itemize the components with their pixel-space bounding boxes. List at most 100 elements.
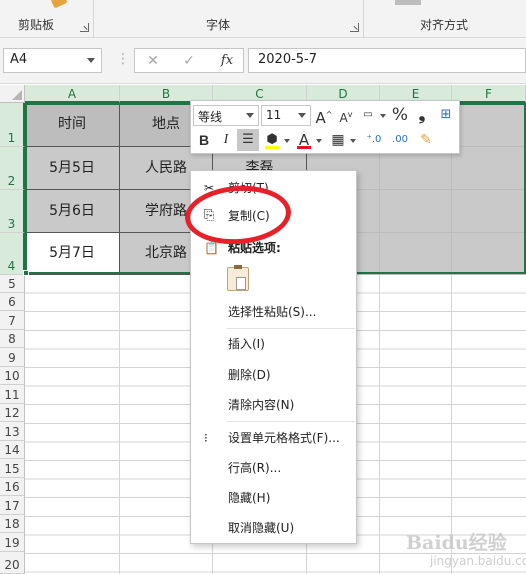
menu-item-format-cells[interactable]: ⁝ 设置单元格格式(F)... [191, 427, 356, 449]
row-number: 13 [4, 425, 20, 439]
menu-item-cut[interactable]: ✂ 剪切(T) [191, 177, 356, 199]
scissors-icon: ✂ [204, 181, 215, 195]
format-painter-icon[interactable] [50, 0, 68, 9]
row-header-10[interactable]: 10 [0, 367, 25, 385]
row-header-12[interactable]: 12 [0, 404, 25, 422]
row-header-8[interactable]: 8 [0, 330, 25, 348]
menu-separator [227, 328, 355, 329]
row-number: 17 [4, 499, 20, 513]
format-painter-icon[interactable]: ✎ [415, 129, 437, 151]
more-icon[interactable]: ⋮ [116, 52, 130, 66]
cell-f1[interactable] [452, 103, 526, 147]
percent-icon[interactable]: % [389, 104, 411, 126]
row-header-13[interactable]: 13 [0, 422, 25, 441]
increase-font-icon[interactable]: A^ [313, 104, 335, 127]
cell-e4[interactable] [380, 233, 452, 275]
number-format-icon[interactable]: ▭ [357, 104, 379, 126]
increase-decimal-icon[interactable]: ⁺.0 [363, 129, 385, 151]
font-size-value: 11 [266, 108, 282, 122]
chevron-down-icon[interactable] [316, 139, 322, 143]
ribbon-group-font: 字体 [94, 0, 364, 38]
formula-buttons: ✕ ✓ fx [134, 48, 244, 73]
borders-icon[interactable]: ▦ [327, 129, 349, 151]
formula-input[interactable]: 2020-5-7 [248, 48, 526, 73]
italic-icon[interactable]: I [215, 129, 237, 151]
enter-icon[interactable]: ✓ [179, 53, 199, 69]
menu-item-clear-contents[interactable]: 清除内容(N) [191, 394, 356, 416]
menu-item-delete[interactable]: 删除(D) [191, 364, 356, 386]
ribbon-group-label: 剪贴板 [18, 18, 55, 32]
paste-options-header: 📋 粘贴选项: [191, 237, 356, 259]
menu-item-label: 隐藏(H) [228, 491, 271, 505]
decrease-decimal-icon[interactable]: .00 [389, 129, 411, 151]
comma-style-icon[interactable]: ❟ [411, 104, 433, 126]
row-header-17[interactable]: 17 [0, 496, 25, 515]
menu-item-row-height[interactable]: 行高(R)... [191, 457, 356, 479]
font-name-select[interactable]: 等线 [193, 105, 259, 126]
cell-f4[interactable] [452, 233, 526, 275]
row-number: 7 [8, 314, 16, 328]
font-size-select[interactable]: 11 [261, 105, 311, 126]
fill-color-icon[interactable]: ⬢ [261, 129, 283, 151]
insert-function-icon[interactable]: fx [217, 53, 237, 69]
row-header-15[interactable]: 15 [0, 459, 25, 478]
row-number: 5 [8, 277, 16, 291]
row-header-14[interactable]: 14 [0, 441, 25, 459]
row-header-9[interactable]: 9 [0, 348, 25, 367]
fill-handle[interactable] [23, 270, 29, 276]
menu-item-label: 删除(D) [228, 368, 271, 382]
ribbon-group-label: 字体 [206, 18, 231, 32]
cell-a2[interactable]: 5月5日 [25, 147, 120, 190]
row-header-1[interactable]: 1 [0, 103, 25, 147]
align-center-icon[interactable]: ☰ [237, 129, 259, 151]
font-color-icon[interactable]: A [293, 129, 315, 151]
cell-a4[interactable]: 5月7日 [25, 233, 120, 275]
menu-item-copy[interactable]: ⎘ 复制(C) [191, 205, 356, 227]
menu-item-label: 选择性粘贴(S)... [228, 305, 317, 319]
paste-options-label: 粘贴选项: [228, 241, 281, 255]
decrease-font-icon[interactable]: Av [335, 104, 357, 126]
menu-item-insert[interactable]: 插入(I) [191, 333, 356, 355]
name-box[interactable]: A4 [3, 48, 102, 73]
cancel-icon[interactable]: ✕ [143, 53, 163, 69]
column-header-f[interactable]: F [452, 85, 526, 103]
name-box-value: A4 [10, 52, 28, 67]
cell-e3[interactable] [380, 190, 452, 233]
menu-item-hide[interactable]: 隐藏(H) [191, 487, 356, 509]
chevron-down-icon[interactable] [87, 58, 95, 63]
chevron-down-icon[interactable] [298, 113, 306, 118]
cell-a1[interactable]: 时间 [25, 103, 120, 147]
menu-item-label: 复制(C) [228, 209, 270, 223]
paste-clipboard-icon[interactable] [227, 265, 249, 291]
cell-f2[interactable] [452, 147, 526, 190]
row-header-19[interactable]: 19 [0, 533, 25, 552]
row-header-4[interactable]: 4 [0, 233, 25, 275]
row-header-18[interactable]: 18 [0, 515, 25, 533]
select-all-button[interactable] [0, 85, 25, 103]
chevron-down-icon[interactable] [380, 114, 386, 118]
chevron-down-icon[interactable] [350, 139, 356, 143]
cell-a3[interactable]: 5月6日 [25, 190, 120, 233]
row-header-6[interactable]: 6 [0, 293, 25, 311]
row-header-7[interactable]: 7 [0, 311, 25, 330]
row-header-11[interactable]: 11 [0, 385, 25, 404]
menu-item-label: 行高(R)... [228, 461, 282, 475]
bold-icon[interactable]: B [193, 129, 215, 151]
row-number: 18 [4, 517, 20, 531]
menu-item-unhide[interactable]: 取消隐藏(U) [191, 517, 356, 539]
row-header-2[interactable]: 2 [0, 147, 25, 190]
row-header-3[interactable]: 3 [0, 190, 25, 233]
cell-f3[interactable] [452, 190, 526, 233]
merge-center-icon[interactable]: ⊞ [435, 104, 457, 126]
chevron-down-icon[interactable] [284, 139, 290, 143]
chevron-down-icon[interactable] [246, 113, 254, 118]
row-header-5[interactable]: 5 [0, 275, 25, 293]
dialog-launcher-icon[interactable] [80, 23, 89, 32]
row-number: 20 [4, 558, 20, 572]
dialog-launcher-icon[interactable] [350, 23, 359, 32]
column-header-a[interactable]: A [25, 85, 120, 103]
menu-item-paste-special[interactable]: 选择性粘贴(S)... [191, 301, 356, 323]
format-cells-icon: ⁝ [204, 431, 208, 445]
row-header-16[interactable]: 16 [0, 478, 25, 496]
row-header-20[interactable]: 20 [0, 552, 25, 574]
